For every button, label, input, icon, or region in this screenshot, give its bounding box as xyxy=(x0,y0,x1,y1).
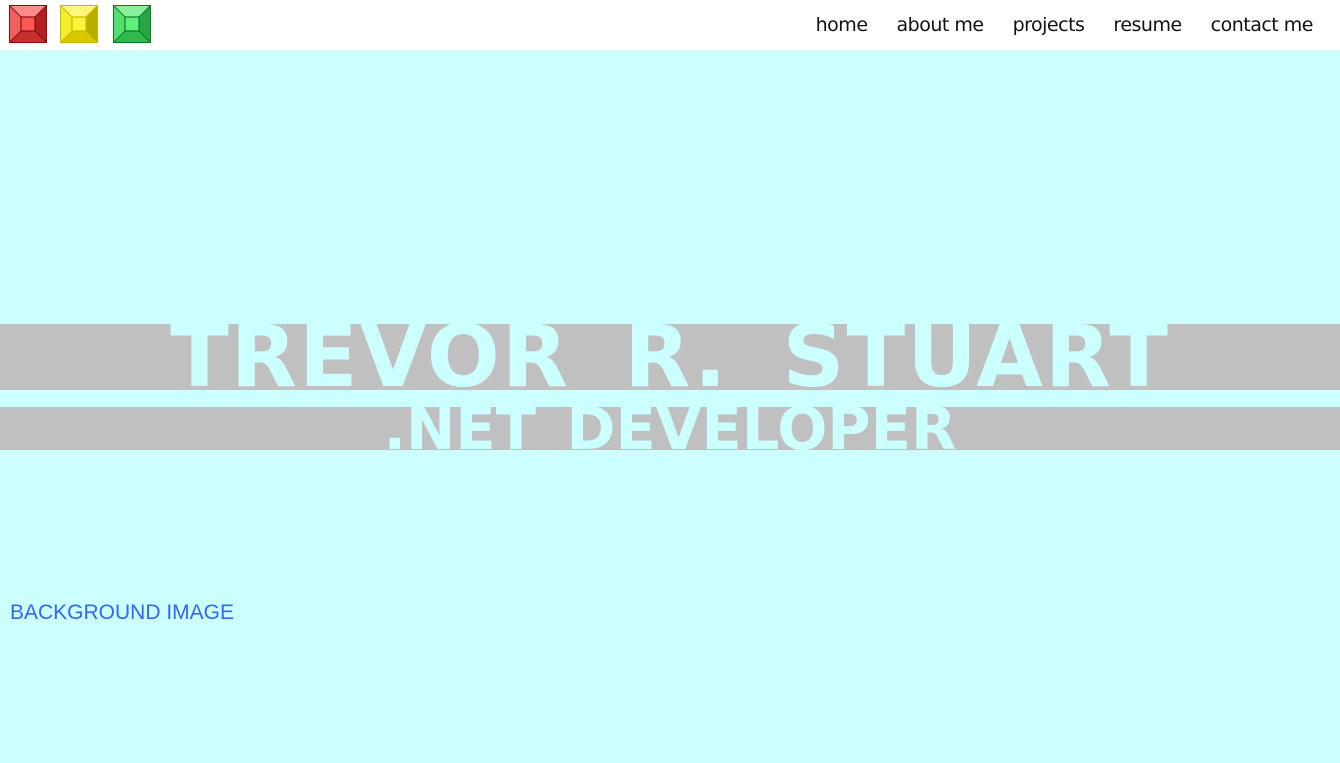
hero-role: .NET DEVELOPER xyxy=(383,394,957,463)
main-nav: home about me projects resume contact me xyxy=(787,0,1314,50)
yellow-square-button[interactable] xyxy=(60,5,98,43)
hero-name: TREVOR R. STUART xyxy=(170,307,1170,407)
top-bar: home about me projects resume contact me xyxy=(0,0,1340,50)
nav-item-resume[interactable]: resume xyxy=(1113,0,1182,50)
green-square-button[interactable] xyxy=(113,5,151,43)
nav-item-projects[interactable]: projects xyxy=(1013,0,1085,50)
nav-item-contact-me[interactable]: contact me xyxy=(1211,0,1314,50)
background-image-placeholder: BACKGROUND IMAGE xyxy=(10,601,235,624)
nav-item-home[interactable]: home xyxy=(816,0,868,50)
nav-item-about-me[interactable]: about me xyxy=(897,0,985,50)
red-square-button[interactable] xyxy=(9,5,47,43)
red-square-icon xyxy=(9,5,47,43)
green-square-icon xyxy=(113,5,151,43)
yellow-square-icon xyxy=(60,5,98,43)
